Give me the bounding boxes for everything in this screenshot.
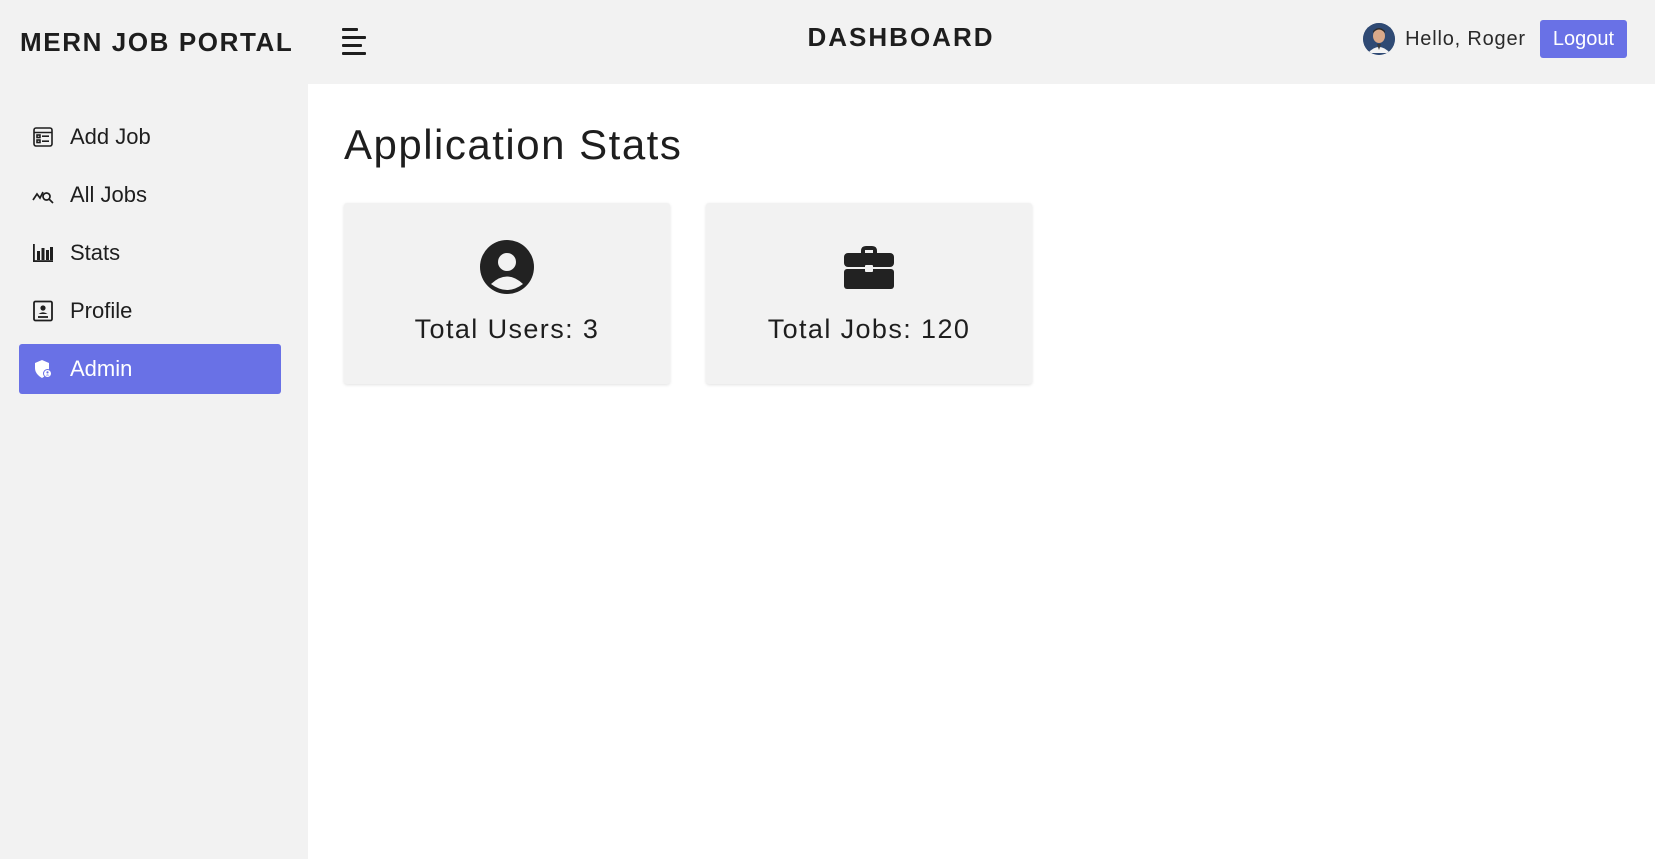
sidebar-item-profile[interactable]: Profile — [19, 286, 281, 336]
user-greeting: Hello, Roger — [1405, 27, 1526, 50]
page-title: Application Stats — [344, 121, 683, 168]
sidebar-item-stats[interactable]: Stats — [19, 228, 281, 278]
sidebar-item-admin[interactable]: Admin — [19, 344, 281, 394]
admin-shield-icon — [32, 358, 54, 380]
avatar — [1363, 23, 1396, 55]
stat-card-total-users: Total Users: 3 — [344, 203, 670, 384]
sidebar-item-add-job[interactable]: Add Job — [19, 112, 281, 162]
logout-button[interactable]: Logout — [1539, 20, 1627, 58]
top-navbar: DASHBOARD Hello, Roger Logout — [308, 0, 1655, 84]
sidebar: Add Job All Jobs Stats Profile Admin — [0, 84, 308, 859]
total-jobs-text: Total Jobs: 120 — [767, 314, 971, 344]
main-content: Application Stats Total Users: 3 Total J… — [308, 84, 1655, 859]
brand-logo-text: MERN JOB PORTAL — [20, 26, 294, 57]
total-users-text: Total Users: 3 — [414, 314, 600, 344]
sidebar-item-all-jobs[interactable]: All Jobs — [19, 170, 281, 220]
stat-card-total-jobs: Total Jobs: 120 — [706, 203, 1032, 384]
sidebar-item-label: All Jobs — [70, 182, 148, 207]
briefcase-icon — [841, 239, 897, 295]
form-icon — [32, 126, 54, 148]
page-heading: DASHBOARD — [807, 22, 995, 52]
sidebar-item-label: Stats — [70, 240, 121, 265]
profile-card-icon — [32, 300, 54, 322]
chart-search-icon — [32, 184, 54, 206]
bar-chart-icon — [32, 242, 54, 264]
user-circle-icon — [479, 239, 535, 295]
menu-toggle-icon[interactable] — [342, 27, 370, 55]
sidebar-item-label: Admin — [70, 356, 133, 381]
sidebar-item-label: Add Job — [70, 124, 151, 149]
user-area: Hello, Roger Logout — [1363, 20, 1627, 58]
avatar-image — [1363, 23, 1396, 55]
sidebar-item-label: Profile — [70, 298, 133, 323]
